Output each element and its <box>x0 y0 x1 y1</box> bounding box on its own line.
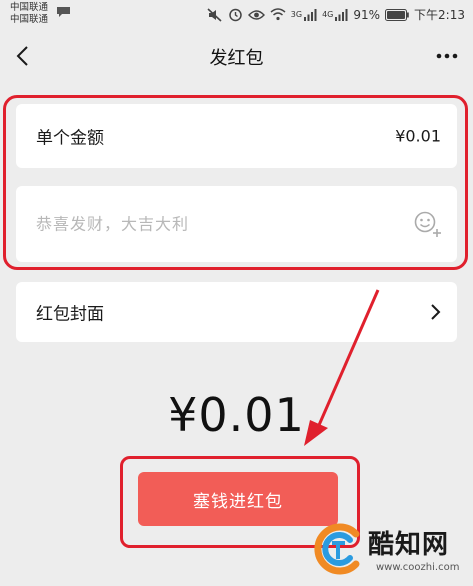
battery-icon <box>385 8 409 21</box>
battery-percent: 91% <box>353 7 381 22</box>
amount-row[interactable]: 单个金额 ¥0.01 <box>16 104 457 168</box>
clock: 下午2:13 <box>414 8 465 22</box>
page-title: 发红包 <box>209 48 264 69</box>
amount-label: 单个金额 <box>36 128 104 149</box>
message-bubble-icon <box>57 7 70 17</box>
network-1-label: 3G <box>290 10 303 19</box>
more-dots-icon[interactable] <box>433 46 461 66</box>
emoji-add-icon[interactable] <box>413 210 443 238</box>
nav-bar: 发红包 <box>0 30 473 84</box>
signal-1-icon <box>304 9 317 21</box>
submit-button[interactable]: 塞钱进红包 <box>138 472 338 526</box>
wifi-icon <box>270 8 286 21</box>
status-icons: 3G 4G 91% 下午2:13 <box>207 6 465 23</box>
watermark-url: www.coozhi.com <box>376 562 460 573</box>
watermark-text: 酷知网 <box>368 530 450 560</box>
eye-icon <box>247 9 265 20</box>
carrier-1: 中国联通 <box>10 2 49 13</box>
network-2-label: 4G <box>322 10 334 19</box>
coozhi-logo-icon <box>314 523 360 575</box>
watermark: 酷知网 www.coozhi.com <box>310 520 470 584</box>
cover-row[interactable]: 红包封面 <box>16 282 457 342</box>
mute-icon <box>207 7 222 22</box>
amount-value[interactable]: ¥0.01 <box>395 127 441 146</box>
alarm-icon <box>229 8 242 22</box>
carrier-block: 中国联通 中国联通 <box>10 2 48 26</box>
total-amount: ¥0.01 <box>168 388 305 442</box>
cover-label: 红包封面 <box>36 304 104 325</box>
status-bar: 中国联通 中国联通 3G 4G 91% 下午2:13 <box>0 0 473 30</box>
carrier-2: 中国联通 <box>10 14 49 25</box>
greeting-row <box>16 186 457 262</box>
greeting-input[interactable] <box>36 214 396 234</box>
chevron-right-icon <box>431 304 441 320</box>
signal-2-icon <box>335 9 348 21</box>
